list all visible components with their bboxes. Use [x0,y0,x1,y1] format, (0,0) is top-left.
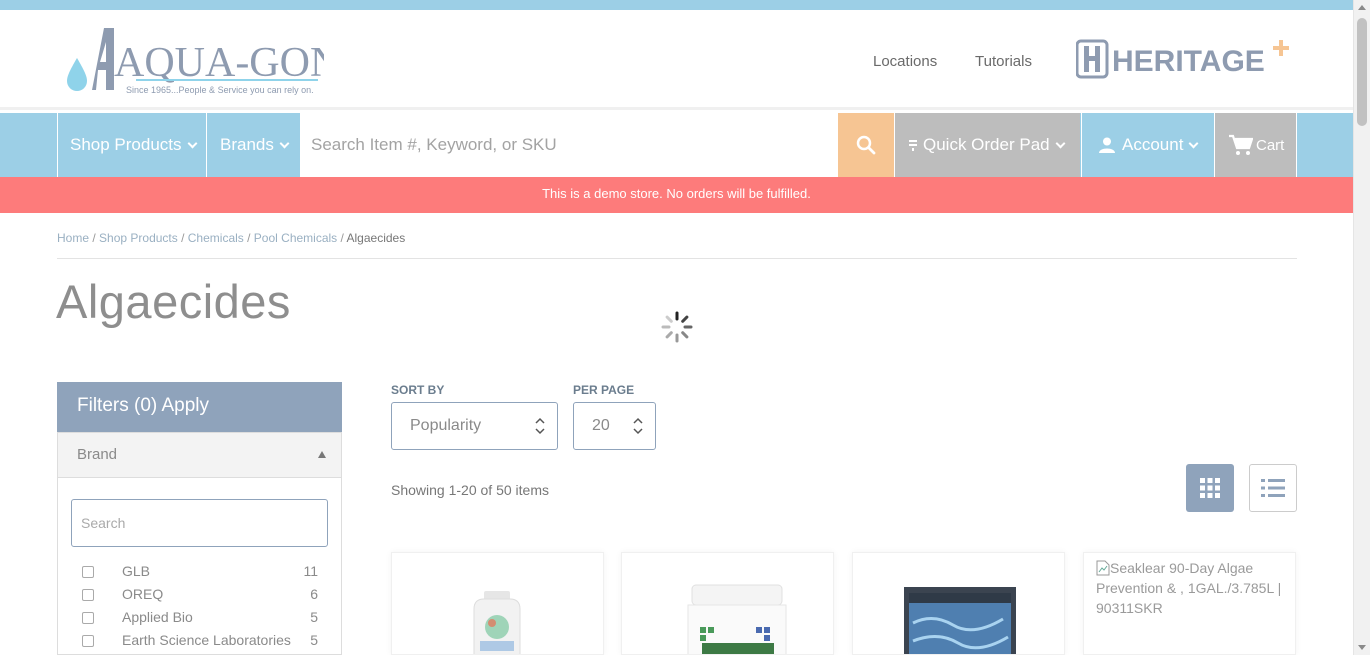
brand-count: 5 [310,609,318,625]
brand-name: GLB [122,563,151,579]
tutorials-link[interactable]: Tutorials [975,53,1032,70]
sort-by-select[interactable]: Popularity [391,402,558,450]
main-navbar: Shop Products Brands Quick Order Pad Acc… [0,113,1353,177]
product-card[interactable]: Seaklear 90-Day Algae Prevention & , 1GA… [1083,552,1296,655]
product-image[interactable] [622,553,834,655]
cart-icon [1229,134,1253,155]
results-count: Showing 1-20 of 50 items [391,482,549,498]
breadcrumb-home[interactable]: Home [57,231,89,245]
page-title: Algaecides [56,275,291,328]
shop-products-menu[interactable]: Shop Products [57,113,207,177]
sort-by-value: Popularity [410,417,482,434]
brand-option[interactable]: Applied Bio 5 [82,608,318,628]
brand-count: 5 [310,632,318,648]
filters-panel: Filters (0) Apply Brand GLB 11 OREQ 6 Ap… [57,382,342,655]
list-view-button[interactable] [1249,464,1297,512]
select-arrows-icon [633,417,643,435]
select-arrows-icon [535,417,545,435]
product-card[interactable] [852,552,1065,655]
top-accent-strip [0,0,1353,10]
quick-order-pad-label: Quick Order Pad [923,135,1050,154]
brand-name: Applied Bio [122,609,193,625]
brand-checkbox[interactable] [82,589,94,601]
locations-link[interactable]: Locations [873,53,937,70]
search-icon [856,135,876,155]
breadcrumb-shop-products[interactable]: Shop Products [99,231,178,245]
user-icon [1099,137,1115,153]
product-image[interactable] [853,553,1065,655]
demo-banner: This is a demo store. No orders will be … [0,177,1353,213]
chevron-down-icon [1188,138,1199,148]
brand-option[interactable]: OREQ 6 [82,585,318,605]
site-header: AQUA-GON Since 1965...People & Service y… [0,10,1353,110]
per-page-label: PER PAGE [573,383,635,397]
collapse-triangle-icon [318,451,326,458]
scroll-up-icon[interactable] [1358,5,1366,10]
cart-label: Cart [1256,136,1285,154]
scroll-down-icon[interactable] [1358,645,1366,650]
account-menu[interactable]: Account [1081,113,1214,177]
breadcrumb-current: Algaecides [346,231,406,245]
list-icon [1261,479,1285,497]
brand-count: 11 [303,563,318,579]
broken-image-icon [1096,560,1110,576]
brand-checkbox[interactable] [82,635,94,647]
product-card[interactable] [391,552,604,655]
grid-view-button[interactable] [1186,464,1234,512]
grid-icon [1200,478,1220,498]
shop-products-label: Shop Products [70,135,182,154]
heritage-text: HERITAGE [1112,45,1265,78]
brand-checkbox[interactable] [82,612,94,624]
heritage-logo[interactable]: HERITAGE [1076,38,1291,82]
page-scrollbar[interactable] [1353,0,1370,655]
brands-menu[interactable]: Brands [206,113,300,177]
chevron-down-icon [279,138,290,148]
scroll-thumb[interactable] [1357,18,1367,126]
list-icon [909,140,917,151]
chevron-down-icon [1055,138,1066,148]
chevron-down-icon [187,138,197,148]
brand-search-input[interactable] [71,499,328,547]
quick-order-pad-menu[interactable]: Quick Order Pad [894,113,1080,177]
brand-name: OREQ [122,586,164,602]
per-page-value: 20 [592,417,610,434]
product-image[interactable] [392,553,604,655]
divider [57,258,1297,259]
brand-name: Earth Science Laboratories [122,632,291,648]
filters-apply-button[interactable]: Filters (0) Apply [57,382,342,432]
product-card[interactable] [621,552,834,655]
brand-checkbox[interactable] [82,566,94,578]
brand-filter-label: Brand [77,446,118,463]
sort-by-label: SORT BY [391,383,445,397]
brands-label: Brands [220,135,274,154]
aqua-gon-logo[interactable]: AQUA-GON Since 1965...People & Service y… [64,26,324,98]
product-alt-text: Seaklear 90-Day Algae Prevention & , 1GA… [1096,560,1282,616]
per-page-select[interactable]: 20 [573,402,656,450]
logo-tagline: Since 1965...People & Service you can re… [126,85,314,95]
breadcrumb-chemicals[interactable]: Chemicals [188,231,244,245]
search-button[interactable] [838,113,894,177]
brand-option[interactable]: GLB 11 [82,562,318,582]
brand-count: 6 [310,586,318,602]
brand-option[interactable]: Earth Science Laboratories 5 [82,631,318,651]
account-label: Account [1122,135,1184,154]
search-input[interactable] [300,113,838,177]
cart-button[interactable]: Cart [1214,113,1297,177]
breadcrumb-pool-chemicals[interactable]: Pool Chemicals [254,231,337,245]
product-image-alt[interactable]: Seaklear 90-Day Algae Prevention & , 1GA… [1096,558,1286,618]
brand-filter-toggle[interactable]: Brand [58,432,341,478]
loading-spinner-icon [661,311,693,343]
breadcrumb: Home / Shop Products / Chemicals / Pool … [57,231,406,245]
